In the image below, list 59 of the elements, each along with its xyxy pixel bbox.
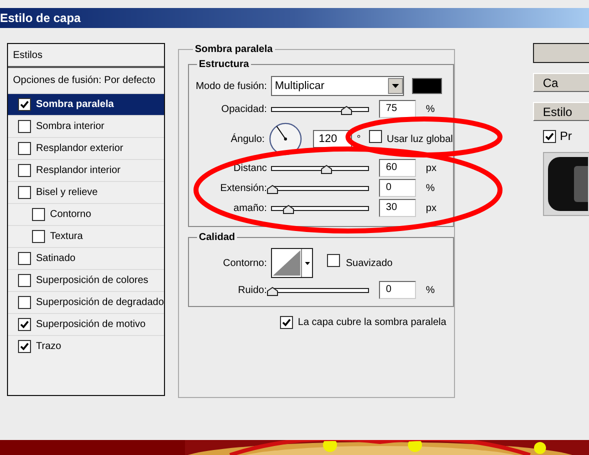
slider-thumb[interactable] bbox=[283, 204, 294, 214]
dialog-button[interactable]: Ca bbox=[532, 73, 589, 92]
checkbox[interactable] bbox=[32, 230, 45, 243]
checkbox[interactable] bbox=[18, 164, 31, 177]
unit-label: % bbox=[426, 284, 435, 298]
checkbox[interactable] bbox=[32, 208, 45, 221]
checkbox[interactable] bbox=[18, 274, 31, 287]
field-label: amaño: bbox=[234, 202, 267, 216]
slider-thumb[interactable] bbox=[340, 106, 352, 114]
blend-mode-dropdown[interactable]: Multiplicar bbox=[270, 76, 404, 96]
checkbox[interactable] bbox=[18, 98, 31, 111]
field-label: Modo de fusión: bbox=[196, 80, 267, 94]
field-label: Extensión: bbox=[220, 182, 267, 196]
value-field[interactable]: 0 bbox=[378, 179, 416, 197]
list-header: Estilos bbox=[8, 44, 164, 68]
checkbox[interactable] bbox=[18, 120, 31, 133]
checkbox[interactable] bbox=[18, 186, 31, 199]
checkbox-label: Suavizado bbox=[346, 256, 393, 270]
field-label: Contorno: bbox=[222, 256, 267, 270]
unit-label: ° bbox=[356, 132, 361, 146]
slider-thumb[interactable] bbox=[266, 184, 278, 194]
slider-thumb[interactable] bbox=[320, 164, 332, 174]
value-field[interactable]: 30 bbox=[378, 199, 416, 217]
unit-label: % bbox=[426, 102, 435, 116]
checkbox[interactable] bbox=[18, 318, 31, 331]
checkbox-label: Pr bbox=[560, 128, 572, 145]
checkbox[interactable] bbox=[18, 296, 31, 309]
preview-thumbnail bbox=[542, 152, 589, 216]
checkbox[interactable] bbox=[368, 130, 382, 143]
unit-label: % bbox=[426, 182, 435, 196]
value-field[interactable]: 75 bbox=[378, 100, 416, 118]
group-title: Sombra paralela bbox=[192, 43, 275, 56]
dialog-button[interactable] bbox=[532, 43, 589, 63]
value-field[interactable]: 0 bbox=[378, 281, 416, 299]
checkbox[interactable] bbox=[18, 252, 31, 265]
checkbox-label: Usar luz global bbox=[386, 132, 453, 146]
caret-icon bbox=[388, 78, 403, 94]
caret-icon bbox=[301, 249, 312, 277]
checkbox[interactable] bbox=[326, 254, 340, 267]
checkbox[interactable] bbox=[542, 130, 556, 142]
unit-label: px bbox=[426, 162, 436, 176]
contour-graph-icon bbox=[272, 249, 302, 277]
style-list-item[interactable]: Sombra paralela bbox=[8, 93, 164, 115]
checkbox[interactable] bbox=[280, 316, 293, 329]
unit-label: px bbox=[426, 202, 436, 216]
color-swatch[interactable] bbox=[412, 78, 442, 94]
contour-picker[interactable] bbox=[270, 248, 313, 278]
value-field[interactable]: 60 bbox=[378, 159, 416, 177]
dialog-button[interactable]: Estilo bbox=[532, 102, 589, 121]
window-title: Estilo de capa bbox=[0, 10, 81, 27]
checkbox[interactable] bbox=[18, 142, 31, 155]
field-label: Opacidad: bbox=[221, 102, 267, 116]
field-label: Distanc bbox=[234, 162, 267, 176]
field-label: Ángulo: bbox=[230, 132, 265, 146]
checkbox-label: La capa cubre la sombra paralela bbox=[298, 316, 446, 330]
slider-thumb[interactable] bbox=[266, 286, 278, 296]
checkbox[interactable] bbox=[18, 340, 31, 353]
style-list-item[interactable]: Opciones de fusión: Por defecto bbox=[8, 68, 164, 93]
field-label: Ruido: bbox=[238, 284, 267, 298]
